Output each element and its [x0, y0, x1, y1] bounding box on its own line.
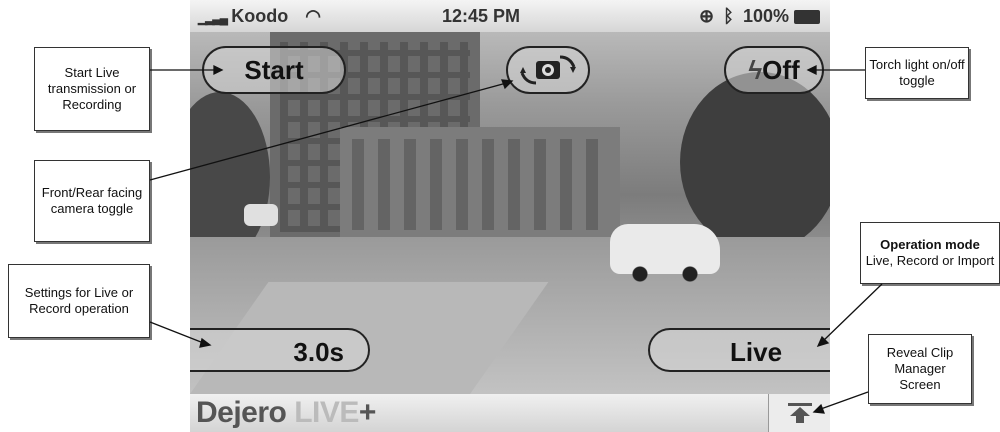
- leader-mode: [821, 283, 883, 343]
- leader-reveal: [817, 391, 869, 411]
- leader-reveal-arrowhead: [812, 403, 825, 414]
- leader-camera-arrowhead: [501, 79, 514, 90]
- leader-camera: [149, 81, 511, 181]
- leader-torch-arrowhead: [806, 64, 817, 76]
- leader-start-arrowhead: [213, 64, 224, 76]
- leader-settings-arrowhead: [199, 337, 212, 348]
- leader-settings: [149, 321, 207, 345]
- callout-leaders: [149, 64, 883, 414]
